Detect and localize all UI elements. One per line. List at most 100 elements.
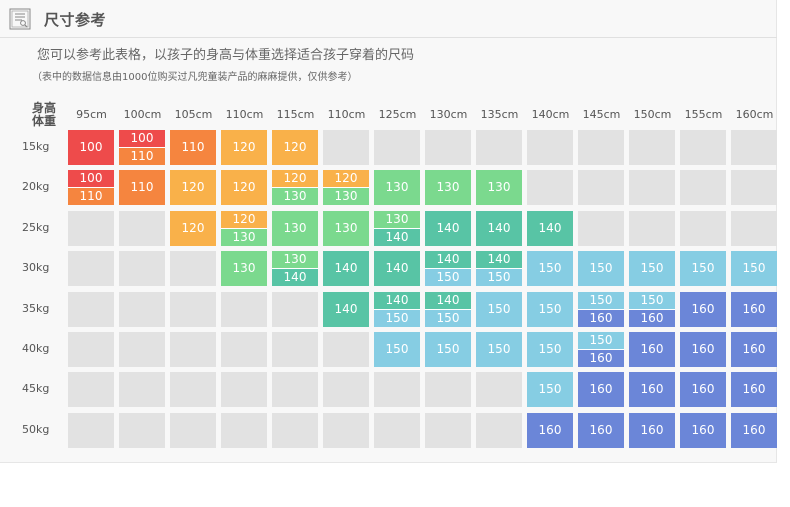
size-label: 140	[272, 269, 318, 286]
empty-cell	[374, 130, 420, 165]
size-label: 160	[680, 372, 726, 407]
column-header: 95cm	[76, 108, 107, 121]
empty-cell	[68, 211, 114, 246]
empty-cell	[425, 130, 471, 165]
column-header: 115cm	[276, 108, 315, 121]
size-cell: 150 160	[578, 332, 624, 367]
size-label: 150	[425, 310, 471, 327]
size-cell: 110	[119, 170, 165, 205]
empty-cell	[578, 170, 624, 205]
size-cell: 150 160	[629, 292, 675, 327]
size-label: 120	[221, 170, 267, 205]
size-label: 140	[527, 211, 573, 246]
empty-cell	[527, 170, 573, 205]
size-label: 150	[629, 292, 675, 309]
size-cell: 120 130	[272, 170, 318, 205]
size-label: 100	[119, 130, 165, 147]
row-header: 40kg	[22, 342, 50, 355]
row-header: 30kg	[22, 261, 50, 274]
size-cell: 160	[731, 372, 777, 407]
size-label: 160	[578, 413, 624, 448]
size-cell: 160	[680, 332, 726, 367]
header-divider	[0, 37, 777, 38]
size-cell: 120	[170, 170, 216, 205]
size-cell: 140	[476, 211, 522, 246]
size-cell: 160	[731, 292, 777, 327]
table-corner-label: 身高 体重	[26, 102, 62, 128]
empty-cell	[323, 130, 369, 165]
size-cell: 130 140	[272, 251, 318, 286]
empty-cell	[170, 413, 216, 448]
size-label: 150	[578, 251, 624, 286]
size-cell: 150	[527, 292, 573, 327]
size-cell: 160	[731, 413, 777, 448]
size-label: 150	[578, 332, 624, 349]
empty-cell	[629, 130, 675, 165]
size-label: 130	[272, 211, 318, 246]
row-header: 50kg	[22, 423, 50, 436]
size-label: 120	[170, 170, 216, 205]
empty-cell	[68, 251, 114, 286]
empty-cell	[731, 170, 777, 205]
empty-cell	[680, 170, 726, 205]
size-cell: 140	[425, 211, 471, 246]
size-cell: 140 150	[425, 292, 471, 327]
size-label: 160	[629, 372, 675, 407]
size-cell: 160	[731, 332, 777, 367]
size-cell: 130	[425, 170, 471, 205]
corner-weight-label: 体重	[31, 114, 56, 128]
size-label: 130	[323, 211, 369, 246]
size-label: 160	[578, 372, 624, 407]
size-cell: 150	[476, 332, 522, 367]
column-header: 155cm	[684, 108, 723, 121]
empty-cell	[68, 372, 114, 407]
size-cell: 150	[476, 292, 522, 327]
size-label: 130	[272, 188, 318, 205]
empty-cell	[68, 332, 114, 367]
empty-cell	[527, 130, 573, 165]
size-label: 150	[476, 292, 522, 327]
size-label: 120	[221, 211, 267, 228]
size-label: 140	[374, 229, 420, 246]
empty-cell	[272, 413, 318, 448]
empty-cell	[170, 332, 216, 367]
row-header: 15kg	[22, 140, 50, 153]
size-label: 130	[476, 170, 522, 205]
column-header: 160cm	[735, 108, 774, 121]
empty-cell	[221, 413, 267, 448]
column-header: 105cm	[174, 108, 213, 121]
size-label: 110	[170, 130, 216, 165]
size-cell: 160	[527, 413, 573, 448]
size-label: 110	[119, 148, 165, 165]
empty-cell	[476, 413, 522, 448]
size-label: 120	[323, 170, 369, 187]
size-cell: 130	[476, 170, 522, 205]
size-cell: 160	[629, 413, 675, 448]
size-label: 130	[425, 170, 471, 205]
size-label: 150	[680, 251, 726, 286]
size-label: 140	[323, 251, 369, 286]
size-label: 150	[527, 251, 573, 286]
size-cell: 150	[374, 332, 420, 367]
empty-cell	[170, 372, 216, 407]
size-cell: 140	[527, 211, 573, 246]
column-header: 130cm	[429, 108, 468, 121]
size-cell: 100 110	[68, 170, 114, 205]
size-cell: 150	[731, 251, 777, 286]
empty-cell	[476, 130, 522, 165]
size-cell: 130	[221, 251, 267, 286]
size-cell: 140 150	[374, 292, 420, 327]
empty-cell	[68, 413, 114, 448]
size-label: 160	[680, 413, 726, 448]
size-label: 150	[629, 251, 675, 286]
size-cell: 150 160	[578, 292, 624, 327]
empty-cell	[629, 211, 675, 246]
empty-cell	[680, 211, 726, 246]
size-label: 160	[731, 332, 777, 367]
empty-cell	[629, 170, 675, 205]
column-header: 135cm	[480, 108, 519, 121]
size-label: 140	[476, 251, 522, 268]
section-title: 尺寸参考	[44, 11, 107, 29]
column-header: 110cm	[327, 108, 366, 121]
size-cell: 120	[221, 170, 267, 205]
